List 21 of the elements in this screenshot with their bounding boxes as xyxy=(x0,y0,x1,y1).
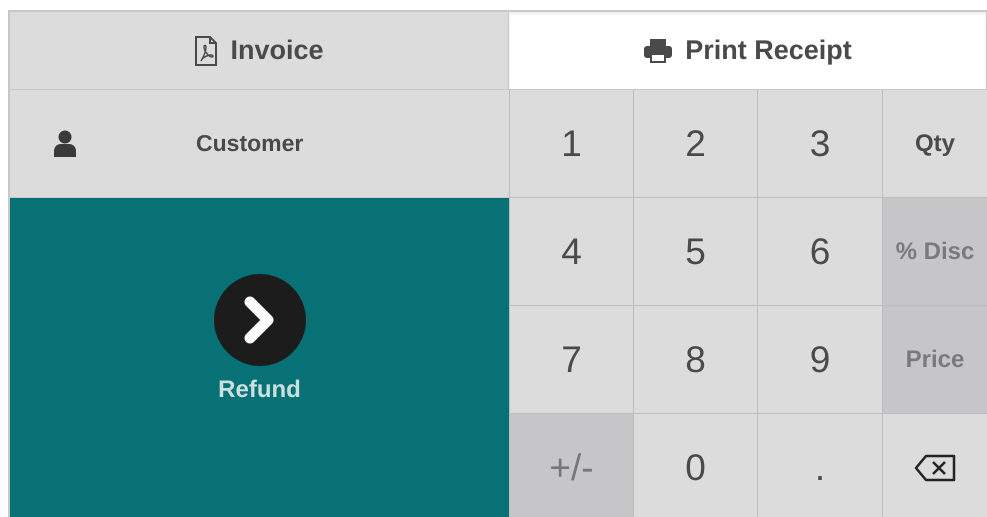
keypad-key[interactable]: 9 xyxy=(757,306,882,414)
backspace-key[interactable] xyxy=(882,414,987,517)
action-button[interactable]: Print Receipt xyxy=(509,10,987,90)
keypad-key[interactable]: 2 xyxy=(633,90,757,198)
pdf-file-icon xyxy=(194,36,218,66)
backspace-icon xyxy=(914,454,956,482)
keypad-key[interactable]: 6 xyxy=(757,198,882,306)
keypad-key[interactable]: 7 xyxy=(509,306,633,414)
keypad-key[interactable]: Qty xyxy=(882,90,987,198)
keypad-key[interactable]: . xyxy=(757,414,882,517)
keypad-key[interactable]: 8 xyxy=(633,306,757,414)
keypad-key[interactable]: 5 xyxy=(633,198,757,306)
keypad-key[interactable]: 1 xyxy=(509,90,633,198)
person-icon xyxy=(54,130,76,157)
action-button[interactable]: Invoice xyxy=(8,10,509,90)
keypad-key[interactable]: 0 xyxy=(633,414,757,517)
refund-button[interactable]: Refund xyxy=(200,274,320,404)
customer-button[interactable]: Customer xyxy=(10,90,509,198)
keypad-key[interactable]: 4 xyxy=(509,198,633,306)
keypad-key[interactable]: 3 xyxy=(757,90,882,198)
printer-icon xyxy=(643,38,674,64)
